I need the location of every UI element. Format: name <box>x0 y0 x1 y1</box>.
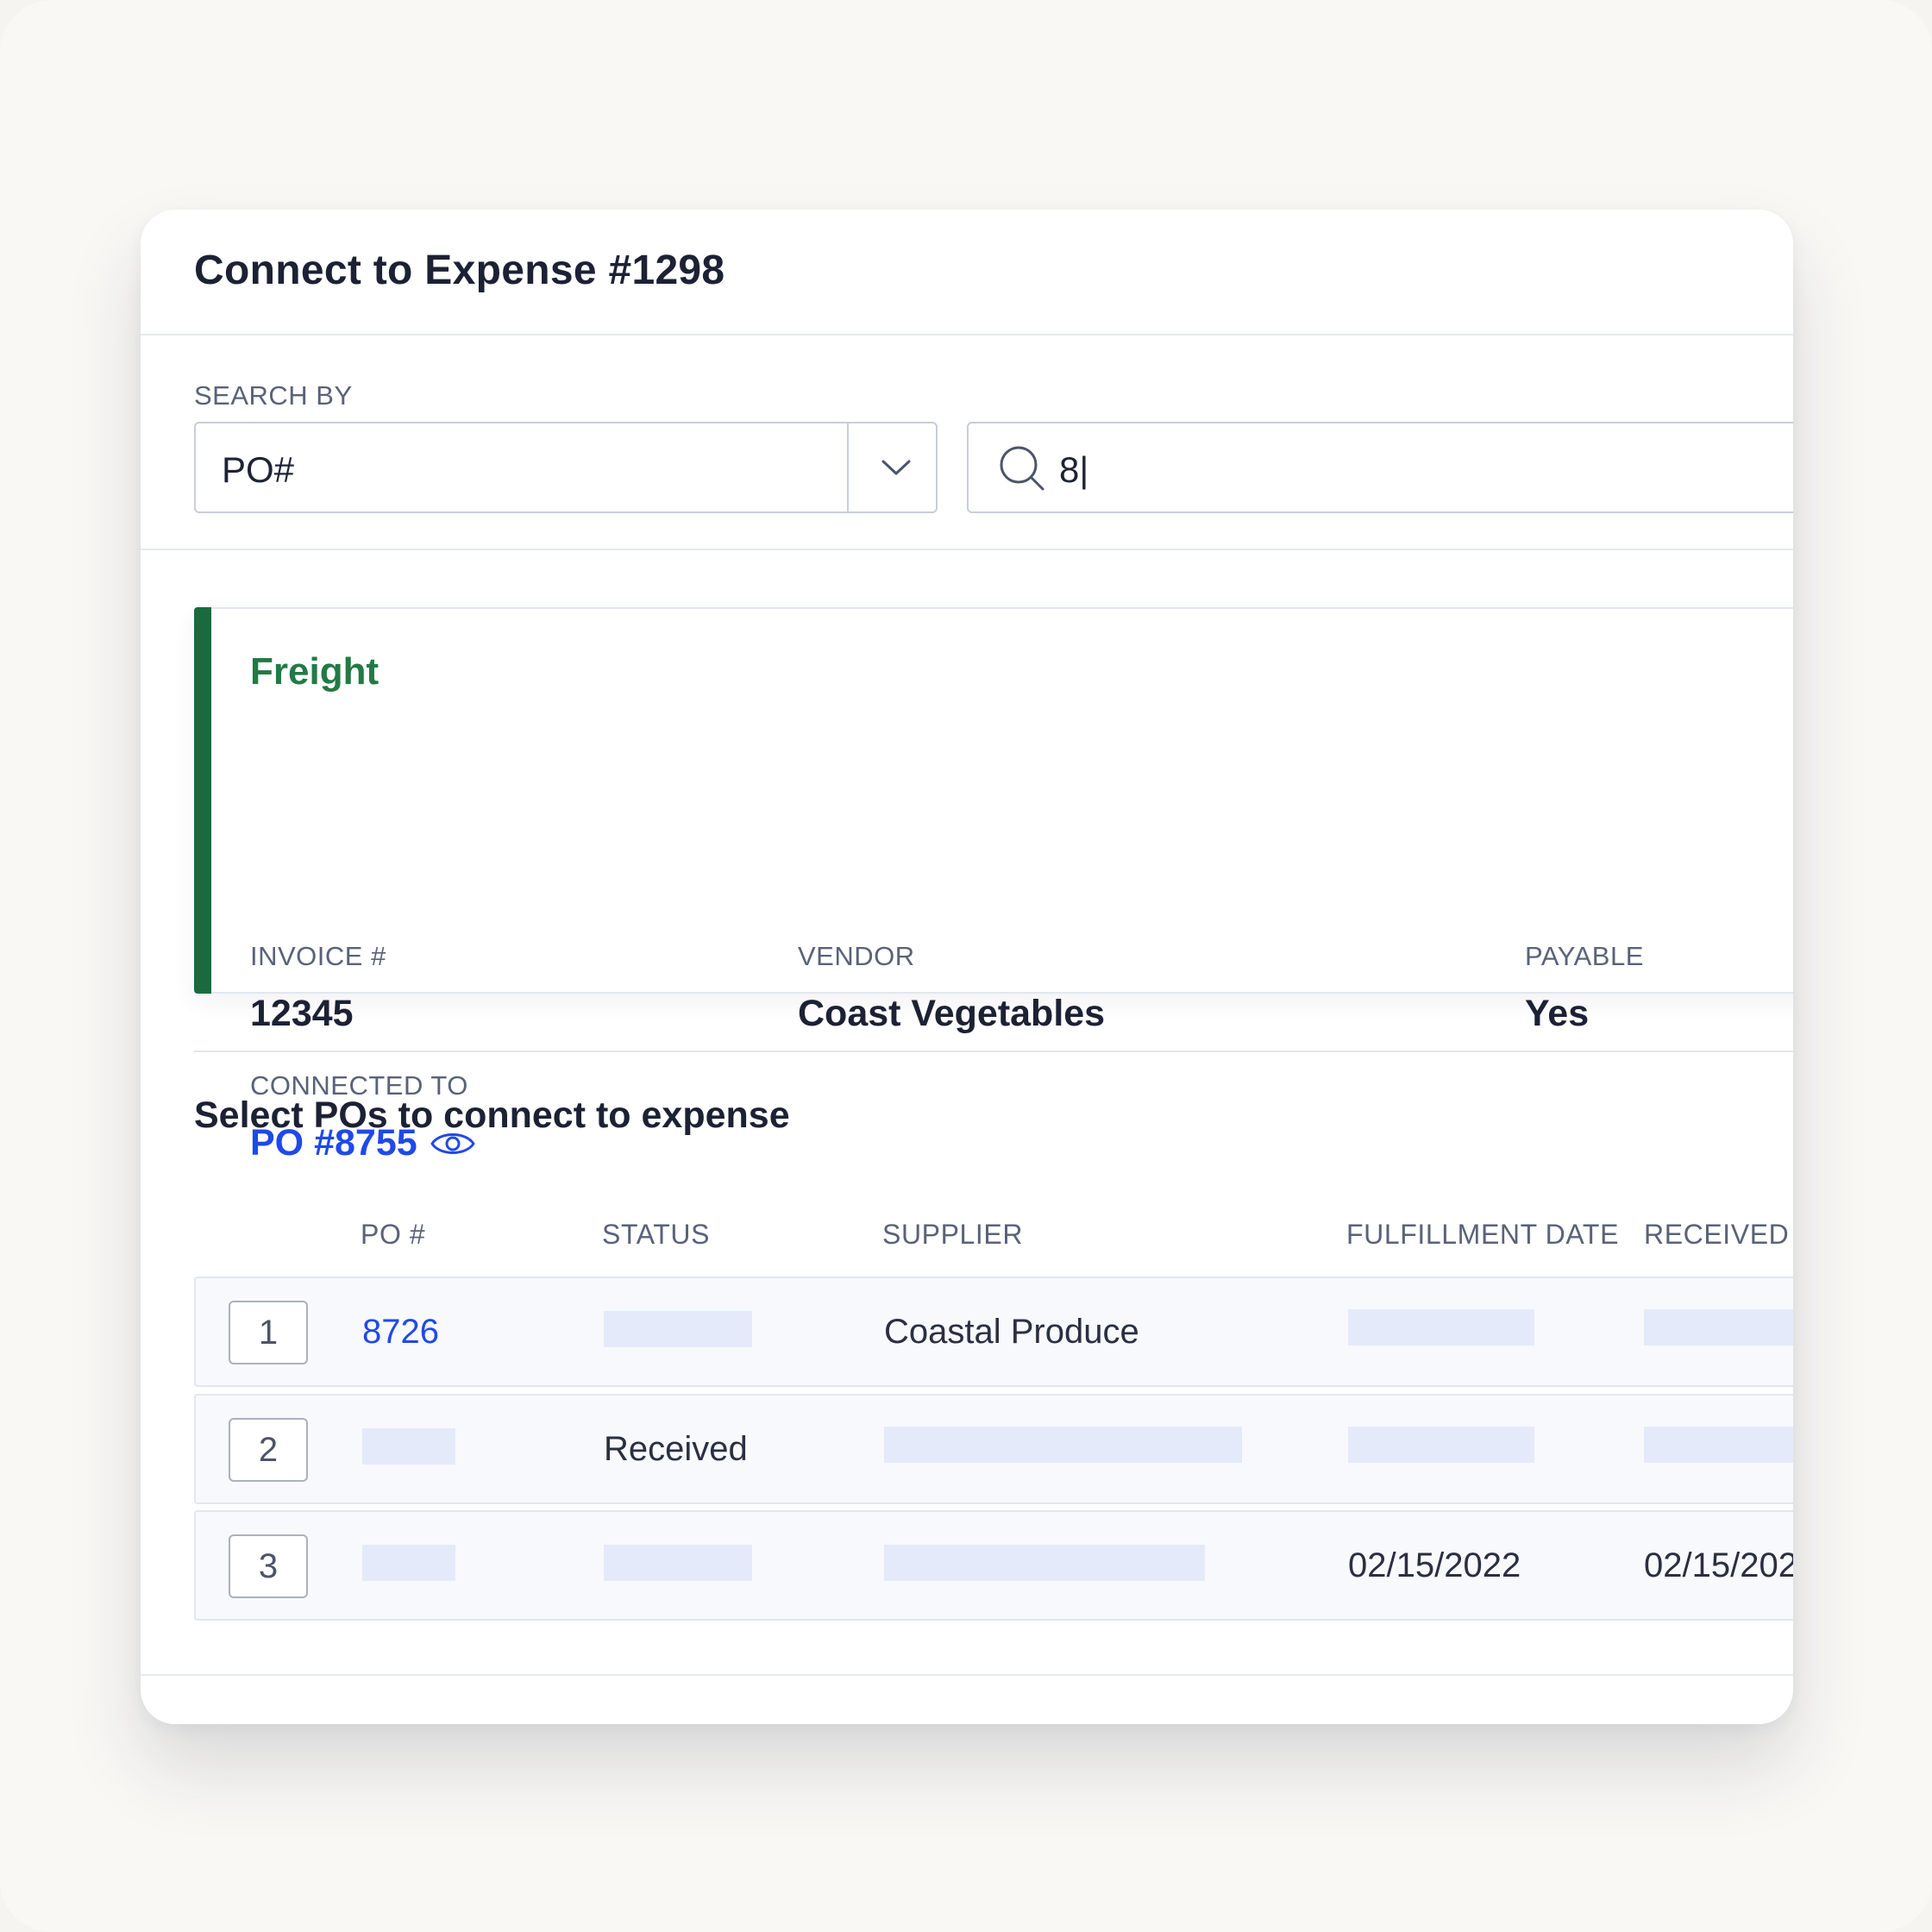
po-number-link[interactable]: 8726 <box>362 1313 439 1352</box>
row-number-badge: 3 <box>229 1534 308 1598</box>
row-number-badge: 2 <box>229 1418 308 1482</box>
supplier-cell: Coastal Produce <box>884 1313 1139 1351</box>
column-header-received-date: RECEIVED DATE <box>1644 1219 1793 1250</box>
po-number-skeleton <box>362 1545 455 1581</box>
search-by-select[interactable]: PO# <box>194 422 938 513</box>
modal-title: Connect to Expense #1298 <box>194 248 725 293</box>
supplier-skeleton <box>884 1427 1242 1463</box>
column-header-fulfillment-date: FULFILLMENT DATE <box>1346 1219 1620 1250</box>
status-cell: Received <box>604 1430 748 1468</box>
status-skeleton <box>604 1311 752 1347</box>
po-list-heading: Select POs to connect to expense <box>194 1095 790 1136</box>
expense-card: Freight INVOICE # INVOICE # INVOICE # 12… <box>194 607 1793 1164</box>
section-divider <box>141 549 1793 550</box>
table-row[interactable]: 2 Received <box>194 1394 1793 1504</box>
fulfillment-date-skeleton <box>1348 1427 1534 1463</box>
vendor-value: Coast Vegetables <box>798 993 1106 1034</box>
card-accent-bar <box>194 607 211 994</box>
vendor-label: VENDOR <box>798 941 915 971</box>
fulfillment-date-skeleton <box>1348 1309 1534 1346</box>
search-by-label: SEARCH BY <box>194 380 353 411</box>
fulfillment-date-cell: 02/15/2022 <box>1348 1546 1521 1584</box>
payable-value: Yes <box>1525 993 1590 1034</box>
column-header-status: STATUS <box>602 1219 711 1250</box>
search-by-value: PO# <box>222 449 295 490</box>
supplier-skeleton <box>884 1545 1205 1581</box>
invoice-field-label: INVOICE # <box>250 941 386 971</box>
chevron-down-icon[interactable] <box>880 455 913 480</box>
received-date-skeleton <box>1644 1427 1793 1463</box>
header-divider <box>141 334 1793 336</box>
footer-divider <box>141 1674 1793 1676</box>
list-divider <box>194 1051 1793 1052</box>
row-number-badge: 1 <box>229 1301 308 1364</box>
invoice-value: 12345 <box>250 993 354 1034</box>
search-icon <box>1000 446 1044 491</box>
payable-label: PAYABLE <box>1525 941 1644 971</box>
search-query-value: 8| <box>1059 449 1089 490</box>
connect-expense-modal: Connect to Expense #1298 SEARCH BY PO# 8… <box>141 210 1793 1724</box>
table-row[interactable]: 3 02/15/2022 02/15/2022 <box>194 1510 1793 1621</box>
table-row[interactable]: 1 8726 Coastal Produce <box>194 1276 1793 1387</box>
expense-category: Freight <box>250 650 380 693</box>
po-number-skeleton <box>362 1428 455 1465</box>
received-date-cell: 02/15/2022 <box>1644 1546 1793 1584</box>
select-separator <box>847 423 849 511</box>
column-header-supplier: SUPPLIER <box>882 1219 1024 1250</box>
received-date-skeleton <box>1644 1309 1793 1346</box>
search-input[interactable]: 8| <box>967 422 1793 513</box>
column-header-po: PO # <box>361 1219 426 1250</box>
status-skeleton <box>604 1545 752 1581</box>
